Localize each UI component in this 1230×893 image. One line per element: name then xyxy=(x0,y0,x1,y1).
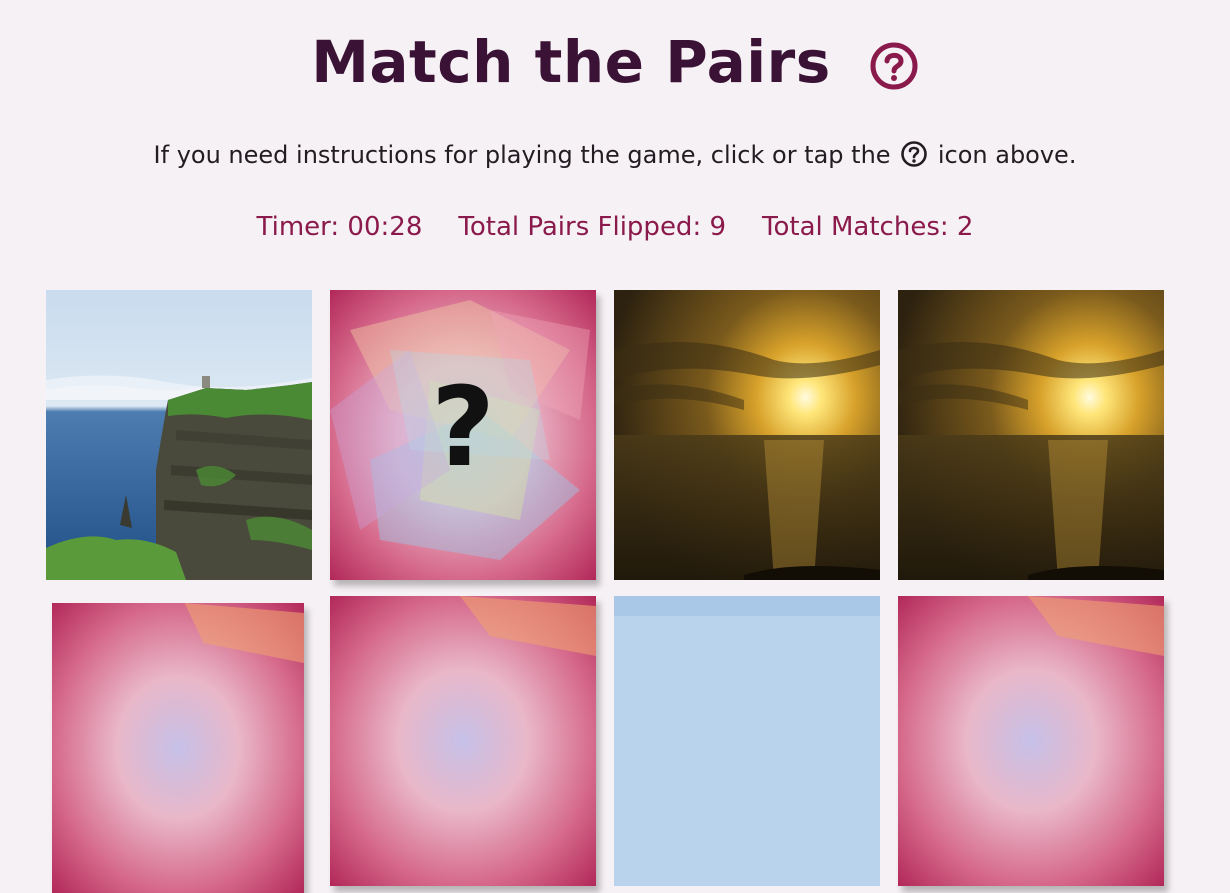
page-title: Match the Pairs xyxy=(311,28,831,96)
card-face-down[interactable] xyxy=(52,603,304,893)
card-cliffs[interactable] xyxy=(46,290,312,580)
matches-count: Total Matches: 2 xyxy=(762,212,974,242)
card-back-pattern xyxy=(898,596,1164,886)
card-back-pattern: ? xyxy=(330,290,596,580)
question-circle-icon xyxy=(901,141,928,167)
instructions-after: icon above. xyxy=(937,141,1077,169)
pairs-flipped-count: Total Pairs Flipped: 9 xyxy=(458,212,727,242)
sunset-image xyxy=(614,290,880,580)
stats-bar: Timer: 00:28 Total Pairs Flipped: 9 Tota… xyxy=(0,212,1230,242)
help-button[interactable] xyxy=(869,41,919,91)
card-sunset[interactable] xyxy=(614,290,880,580)
card-face-down[interactable] xyxy=(330,596,596,886)
card-back-pattern xyxy=(330,596,596,886)
card-sunset[interactable] xyxy=(898,290,1164,580)
card-back-pattern xyxy=(52,603,304,893)
card-face-down[interactable]: ? xyxy=(330,290,596,580)
question-mark-icon: ? xyxy=(431,363,495,491)
sky-image xyxy=(614,596,880,886)
cliffs-image xyxy=(46,290,312,580)
timer: Timer: 00:28 xyxy=(256,212,423,242)
instructions-text: If you need instructions for playing the… xyxy=(0,140,1230,169)
sunset-image xyxy=(898,290,1164,580)
title-row: Match the Pairs xyxy=(0,22,1230,102)
card-face-down[interactable] xyxy=(898,596,1164,886)
instructions-before: If you need instructions for playing the… xyxy=(153,141,891,169)
card-sky[interactable] xyxy=(614,596,880,886)
question-circle-icon xyxy=(870,42,918,90)
